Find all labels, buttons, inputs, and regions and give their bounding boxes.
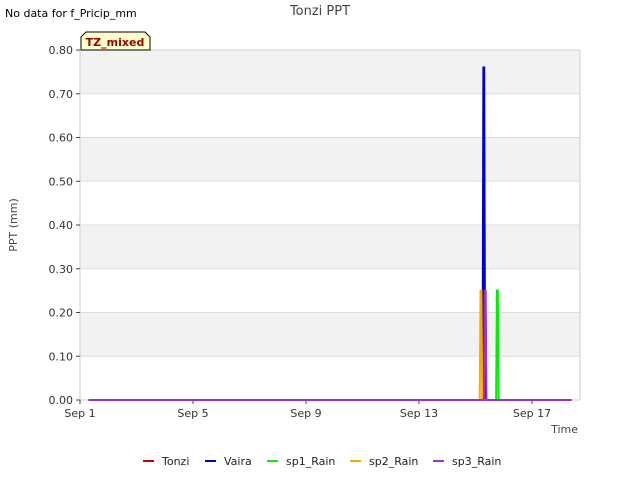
grid-band [80,181,580,225]
y-axis-label: PPT (mm) [7,198,20,252]
legend-label: Tonzi [161,455,189,468]
x-axis-label: Time [550,423,578,436]
legend-label: sp1_Rain [286,455,335,468]
y-tick-label: 0.60 [49,132,74,145]
x-tick-label: Sep 17 [513,407,551,420]
y-tick-label: 0.80 [49,44,74,57]
site-badge-label: TZ_mixed [86,36,145,49]
legend: Tonzi Vaira sp1_Rain sp2_Rain sp3_Rain [143,455,501,468]
chart-title: Tonzi PPT [289,4,350,19]
legend-label: sp3_Rain [452,455,501,468]
legend-label: Vaira [224,455,252,468]
grid-band [80,356,580,400]
site-badge: TZ_mixed [80,31,151,51]
y-tick-label: 0.70 [49,88,74,101]
y-tick-label: 0.40 [49,219,74,232]
grid-band [80,50,580,94]
x-tick-label: Sep 9 [290,407,321,420]
grid-band [80,312,580,357]
grid-band [80,268,580,313]
y-tick-label: 0.50 [49,175,74,188]
ppt-chart: Tonzi PPT 0.00 0.10 0.20 0.30 0.40 0.50 0.60 0.… [7,4,581,468]
y-tick-label: 0.00 [49,394,74,407]
grid-band [80,137,580,182]
x-tick-label: Sep 1 [64,407,95,420]
grid-band [80,225,580,269]
y-tick-label: 0.20 [49,307,74,320]
y-tick-label: 0.30 [49,263,74,276]
x-tick-label: Sep 13 [400,407,438,420]
y-tick-label: 0.10 [49,350,74,363]
legend-label: sp2_Rain [369,455,418,468]
grid-band [80,93,580,138]
x-tick-label: Sep 5 [177,407,208,420]
